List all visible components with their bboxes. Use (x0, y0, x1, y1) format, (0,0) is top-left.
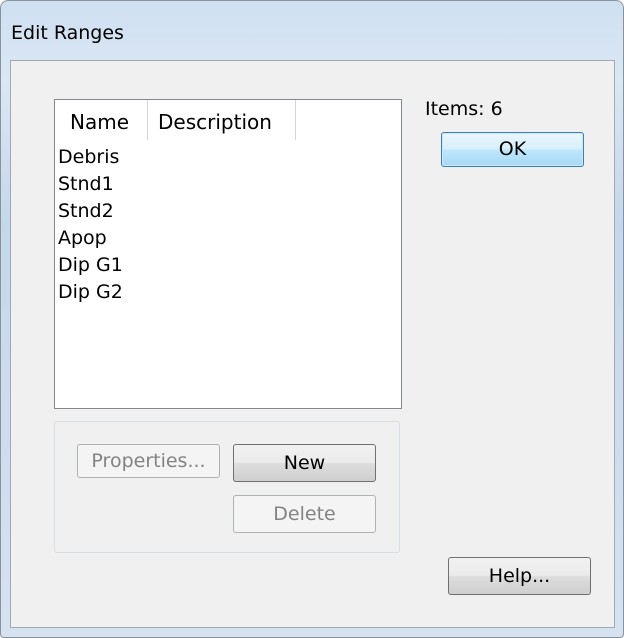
column-header-description[interactable]: Description (148, 100, 296, 140)
help-button[interactable]: Help... (448, 557, 591, 595)
list-item[interactable]: Dip G1 (55, 252, 401, 279)
column-header-name[interactable]: Name (55, 100, 148, 140)
dialog-client-area: Name Description Debris Stnd1 Stnd2 Apop… (10, 60, 615, 628)
edit-ranges-dialog: Edit Ranges Name Description Debris Stnd… (0, 0, 624, 638)
title-bar[interactable]: Edit Ranges (1, 1, 623, 59)
ok-button[interactable]: OK (441, 132, 584, 167)
list-item[interactable]: Stnd1 (55, 171, 401, 198)
list-item[interactable]: Dip G2 (55, 279, 401, 306)
list-item[interactable]: Stnd2 (55, 198, 401, 225)
list-item[interactable]: Apop (55, 225, 401, 252)
column-header-filler (296, 100, 401, 140)
ranges-list[interactable]: Name Description Debris Stnd1 Stnd2 Apop… (54, 99, 402, 409)
list-item[interactable]: Debris (55, 144, 401, 171)
list-actions-group: Properties... New Delete (54, 421, 400, 553)
new-button[interactable]: New (233, 444, 376, 482)
column-header-name-label: Name (70, 110, 130, 134)
items-count-label: Items: 6 (425, 98, 503, 120)
list-header: Name Description (55, 100, 401, 140)
dialog-title: Edit Ranges (11, 22, 124, 44)
properties-button[interactable]: Properties... (77, 444, 220, 478)
list-rows: Debris Stnd1 Stnd2 Apop Dip G1 Dip G2 (55, 144, 401, 306)
delete-button[interactable]: Delete (233, 495, 376, 533)
column-header-description-label: Description (158, 110, 272, 134)
